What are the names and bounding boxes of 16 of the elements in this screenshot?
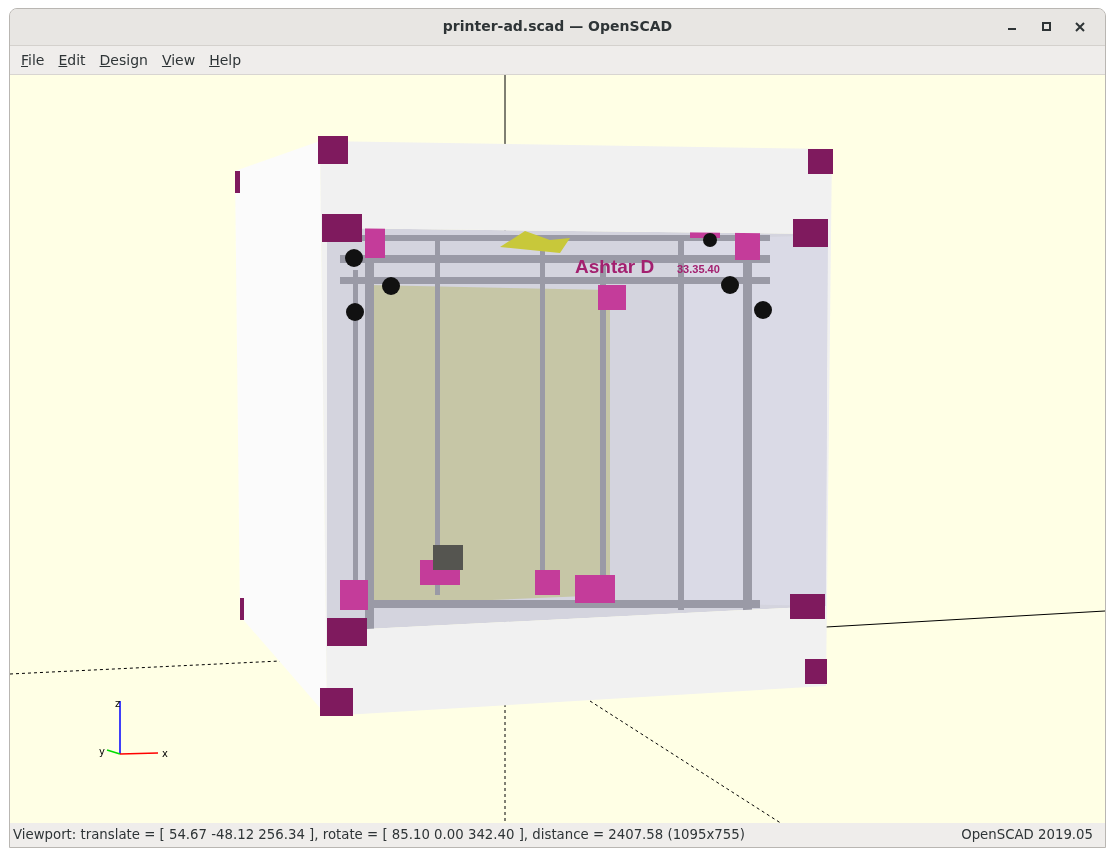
- axis-label: y: [99, 746, 105, 758]
- close-icon: [1075, 21, 1085, 32]
- menu-item[interactable]: Help: [204, 47, 247, 73]
- menu-item[interactable]: Edit: [53, 47, 91, 73]
- maximize-icon: [1041, 22, 1051, 32]
- menu-item[interactable]: Design: [94, 47, 153, 73]
- window-title: printer-ad.scad — OpenSCAD: [442, 17, 673, 37]
- model-label: Ashtar D: [575, 256, 655, 278]
- model-version-label: 33.35.40: [677, 263, 720, 276]
- axis-label: x: [162, 748, 168, 760]
- menu-item[interactable]: View: [156, 47, 201, 73]
- version-text: OpenSCAD 2019.05: [961, 826, 1093, 845]
- axis-label: z: [115, 698, 121, 710]
- viewport-info-text: Viewport: translate = [ 54.67 -48.12 256.34 ], rotate = [ 85.10 0.00 342.40 ], distance = 2407.58 (1095x755): [13, 826, 745, 845]
- menu-item[interactable]: File: [16, 47, 50, 73]
- axis-indicator-drawing: [106, 700, 159, 756]
